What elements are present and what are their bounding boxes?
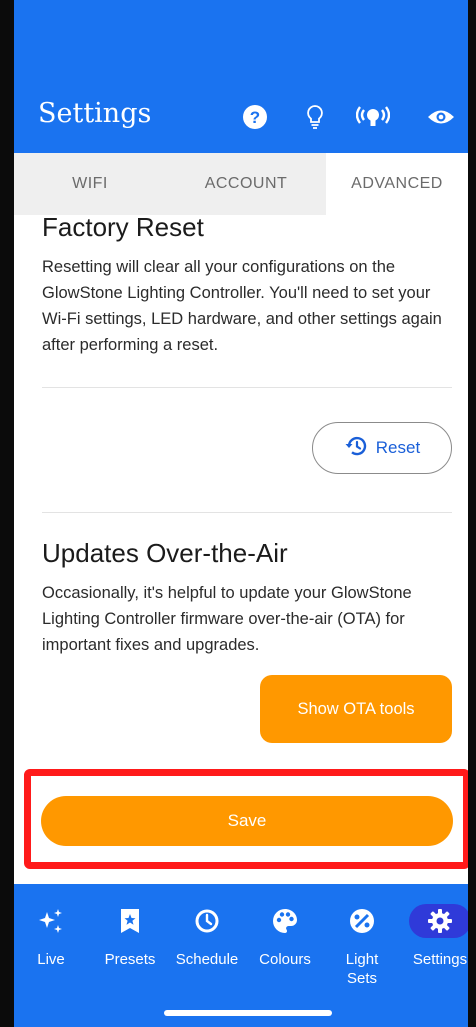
clock-icon (187, 904, 227, 938)
divider (42, 387, 452, 388)
star-bookmark-icon (110, 904, 150, 938)
nav-label: Presets (104, 951, 156, 968)
device-bezel-right (468, 0, 476, 1027)
home-indicator[interactable] (164, 1010, 332, 1016)
light-sets-icon (342, 904, 382, 938)
factory-reset-description: Resetting will clear all your configurat… (42, 258, 442, 354)
help-icon[interactable]: ? (238, 100, 272, 134)
nav-item-presets[interactable]: Presets (95, 904, 165, 969)
show-ota-tools-button[interactable]: Show OTA tools (260, 675, 452, 743)
broadcast-icon[interactable] (356, 100, 390, 134)
nav-item-light-sets[interactable]: Light Sets (327, 904, 397, 988)
nav-item-schedule[interactable]: Schedule (172, 904, 242, 969)
sparkle-icon (31, 904, 71, 938)
save-button[interactable]: Save (41, 796, 453, 846)
tab-advanced[interactable]: ADVANCED (326, 153, 468, 215)
nav-item-colours[interactable]: Colours (250, 904, 320, 969)
palette-icon (265, 904, 305, 938)
page-title: Settings (38, 98, 152, 129)
nav-label: Schedule (175, 951, 239, 968)
save-highlight-box: Save (24, 769, 470, 869)
reset-history-icon (344, 434, 368, 463)
nav-label: Light Sets (345, 951, 379, 987)
nav-item-live[interactable]: Live (16, 904, 86, 969)
advanced-settings-content[interactable]: Factory Reset Resetting will clear all y… (14, 215, 468, 801)
device-bezel-left (0, 0, 14, 1027)
ota-heading: Updates Over-the-Air (42, 538, 288, 568)
ota-description: Occasionally, it's helpful to update you… (42, 584, 412, 654)
nav-label: Colours (259, 951, 311, 968)
gear-icon (409, 904, 471, 938)
reset-button-label: Reset (375, 438, 421, 457)
divider (42, 512, 452, 513)
app-screen: Settings ? WIFI ACCOUNT ADVANCED Factory… (0, 0, 476, 1027)
eye-icon[interactable] (424, 100, 458, 134)
svg-text:?: ? (250, 108, 260, 127)
nav-label: Live (37, 951, 65, 968)
tab-wifi[interactable]: WIFI (14, 153, 166, 215)
bottom-navigation: Live Presets Schedule Colours Light Sets (0, 884, 476, 1027)
lightbulb-icon[interactable] (298, 100, 332, 134)
settings-tabs: WIFI ACCOUNT ADVANCED (0, 153, 476, 215)
nav-item-settings[interactable]: Settings (405, 904, 475, 969)
factory-reset-heading: Factory Reset (42, 215, 204, 242)
tab-account[interactable]: ACCOUNT (166, 153, 326, 215)
app-header: Settings ? (0, 0, 476, 153)
nav-label: Settings (412, 951, 468, 968)
reset-button[interactable]: Reset (312, 422, 452, 474)
